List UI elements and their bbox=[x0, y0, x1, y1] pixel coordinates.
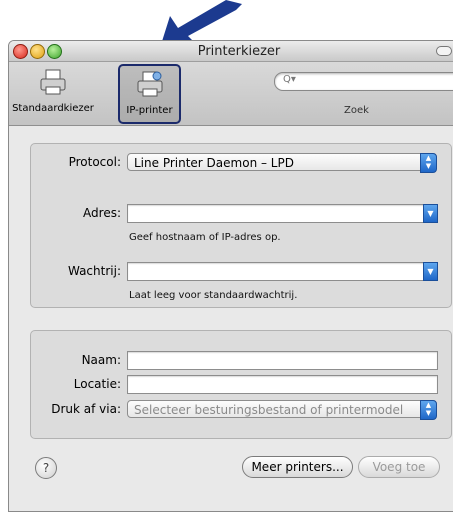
popup-arrows-icon: ▲ ▼ bbox=[420, 153, 437, 173]
add-button[interactable]: Voeg toe bbox=[358, 456, 440, 478]
printer-details-group: Naam: Locatie: Druk af via: Selecteer be… bbox=[30, 330, 452, 439]
popup-arrows-icon: ▲ ▼ bbox=[420, 400, 437, 420]
more-printers-button[interactable]: Meer printers... bbox=[242, 456, 353, 478]
toolbar-item-default-browser[interactable]: Standaardkiezer bbox=[9, 64, 97, 114]
print-via-value: Selecteer besturingsbestand of printermo… bbox=[134, 403, 404, 417]
question-mark-icon: ? bbox=[42, 461, 50, 475]
chevron-down-icon[interactable]: ▼ bbox=[423, 204, 438, 223]
toolbar-item-label: IP-printer bbox=[126, 105, 173, 116]
toolbar-item-label: Standaardkiezer bbox=[12, 103, 94, 114]
print-via-label: Druk af via: bbox=[51, 402, 121, 416]
queue-label: Wachtrij: bbox=[67, 264, 121, 278]
chevron-down-icon[interactable]: ▼ bbox=[423, 262, 438, 281]
search-field[interactable]: Q▾ bbox=[274, 72, 453, 91]
search-icon: Q▾ bbox=[283, 74, 296, 85]
queue-hint: Laat leeg voor standaardwachtrij. bbox=[129, 290, 298, 301]
print-via-popup[interactable]: Selecteer besturingsbestand of printermo… bbox=[127, 400, 437, 420]
name-input[interactable] bbox=[127, 351, 438, 370]
printer-browser-window: Printerkiezer Standaardkiezer IP-printer… bbox=[8, 40, 453, 512]
location-label: Locatie: bbox=[73, 377, 121, 391]
window-title: Printerkiezer bbox=[197, 44, 281, 59]
protocol-value: Line Printer Daemon – LPD bbox=[134, 156, 294, 170]
queue-input[interactable]: ▼ bbox=[127, 262, 438, 281]
toolbar-toggle-button[interactable] bbox=[436, 46, 452, 56]
printer-icon bbox=[40, 69, 66, 95]
toolbar: Standaardkiezer IP-printer Q▾ Zoek bbox=[9, 62, 453, 126]
address-hint: Geef hostnaam of IP-adres op. bbox=[129, 232, 281, 243]
search-label: Zoek bbox=[344, 105, 369, 116]
protocol-label: Protocol: bbox=[68, 155, 121, 169]
help-button[interactable]: ? bbox=[35, 457, 57, 479]
title-bar: Printerkiezer bbox=[9, 41, 453, 62]
location-input[interactable] bbox=[127, 375, 438, 394]
toolbar-item-ip-printer[interactable]: IP-printer bbox=[118, 64, 181, 124]
ip-settings-group: Protocol: Line Printer Daemon – LPD ▲ ▼ A… bbox=[30, 143, 452, 308]
address-input[interactable]: ▼ bbox=[127, 204, 438, 223]
network-printer-icon bbox=[137, 71, 162, 97]
name-label: Naam: bbox=[81, 353, 121, 367]
protocol-popup[interactable]: Line Printer Daemon – LPD ▲ ▼ bbox=[127, 153, 437, 173]
address-label: Adres: bbox=[83, 206, 121, 220]
